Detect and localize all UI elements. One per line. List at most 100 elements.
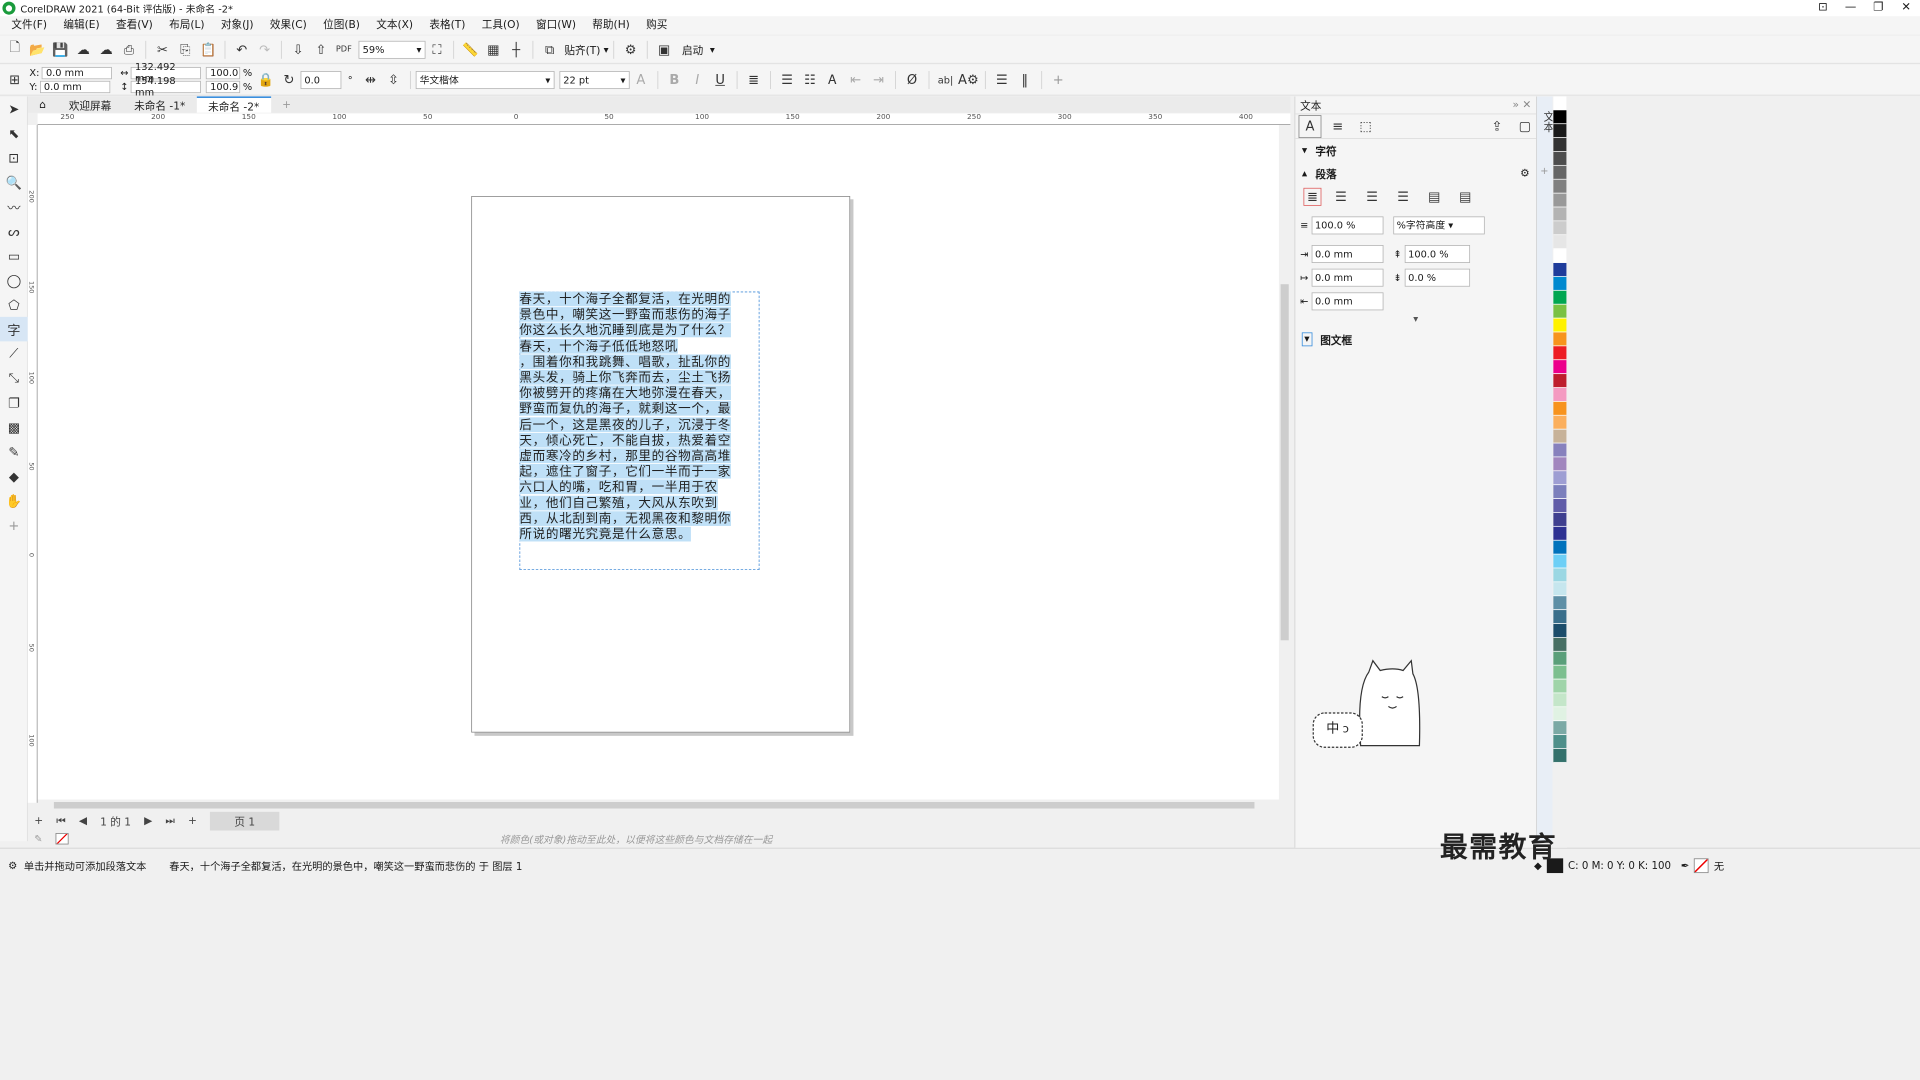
vertical-text-icon[interactable]: ‖ bbox=[1013, 68, 1036, 91]
gear-icon[interactable]: ⚙ bbox=[619, 38, 642, 61]
launch-icon[interactable]: ▣ bbox=[653, 38, 676, 61]
gear-icon[interactable]: ⚙ bbox=[8, 859, 17, 871]
docker-options-icon[interactable]: ⇪ bbox=[1486, 115, 1509, 138]
color-swatch[interactable] bbox=[1553, 304, 1567, 319]
menu-table[interactable]: 表格(T) bbox=[421, 16, 473, 34]
color-swatch[interactable] bbox=[1553, 110, 1567, 125]
paste-icon[interactable]: 📋 bbox=[197, 38, 220, 61]
justify-icon[interactable]: ▤ bbox=[1423, 185, 1446, 208]
mirror-vertical-icon[interactable]: ⇳ bbox=[382, 68, 405, 91]
page-tab[interactable]: 页 1 bbox=[209, 811, 280, 831]
color-palette[interactable] bbox=[1552, 96, 1568, 848]
expand-more-icon[interactable]: ▾ bbox=[1295, 313, 1536, 328]
color-swatch[interactable] bbox=[1553, 748, 1567, 763]
paragraph-text[interactable]: 春天，十个海子全都复活，在光明的 景色中，嘲笑这一野蛮而悲伤的海子 你这么长久地沉睡… bbox=[519, 291, 759, 543]
outline-color-swatch[interactable] bbox=[1694, 857, 1709, 873]
color-swatch[interactable] bbox=[1553, 151, 1567, 166]
color-swatch[interactable] bbox=[1553, 276, 1567, 291]
new-tab-icon[interactable]: + bbox=[271, 96, 303, 112]
add-page-after-icon[interactable]: + bbox=[188, 815, 197, 827]
character-section[interactable]: ▾ 字符 bbox=[1295, 139, 1536, 162]
add-tool-icon[interactable]: + bbox=[0, 513, 28, 538]
color-swatch[interactable] bbox=[1553, 540, 1567, 555]
menu-layout[interactable]: 布局(L) bbox=[161, 16, 213, 34]
docker-menu-icon[interactable]: ▢ bbox=[1513, 115, 1536, 138]
pdf-icon[interactable]: PDF bbox=[332, 38, 355, 61]
pick-tool-icon[interactable]: ➤ bbox=[0, 96, 28, 121]
menu-edit[interactable]: 编辑(E) bbox=[55, 16, 108, 34]
color-swatch[interactable] bbox=[1553, 235, 1567, 250]
color-swatch[interactable] bbox=[1553, 512, 1567, 527]
align-right-icon[interactable]: ☰ bbox=[1392, 185, 1415, 208]
color-swatch[interactable] bbox=[1553, 374, 1567, 388]
color-swatch[interactable] bbox=[1553, 485, 1567, 500]
spacing-unit-select[interactable]: %字符高度 ▾ bbox=[1393, 216, 1485, 234]
vertical-scrollbar[interactable] bbox=[1278, 124, 1291, 800]
x-position-field[interactable]: 0.0 mm bbox=[41, 66, 113, 79]
freehand-tool-icon[interactable]: 〰 bbox=[0, 194, 28, 219]
color-swatch[interactable] bbox=[1553, 637, 1567, 652]
height-field[interactable]: 154.198 mm bbox=[130, 75, 202, 98]
print-icon[interactable]: ⎙ bbox=[118, 38, 141, 61]
horizontal-scrollbar[interactable] bbox=[37, 799, 1279, 811]
artistic-media-icon[interactable]: ᔕ bbox=[0, 219, 28, 244]
scale-x-field[interactable]: 100.0 bbox=[206, 66, 241, 79]
paragraph-tab-icon[interactable]: ≡ bbox=[1326, 115, 1349, 138]
bold-icon[interactable]: B bbox=[663, 68, 686, 91]
undo-icon[interactable]: ↶ bbox=[230, 38, 253, 61]
maximize-button[interactable]: ❐ bbox=[1865, 0, 1893, 16]
rotation-angle-field[interactable]: 0.0 bbox=[300, 70, 342, 89]
color-swatch[interactable] bbox=[1553, 124, 1567, 139]
smart-fill-icon[interactable]: ✋ bbox=[0, 488, 28, 513]
menu-view[interactable]: 查看(V) bbox=[108, 16, 161, 34]
eyedropper-icon[interactable]: ✎ bbox=[34, 833, 42, 844]
menu-tools[interactable]: 工具(O) bbox=[474, 16, 528, 34]
polygon-tool-icon[interactable]: ⬠ bbox=[0, 292, 28, 317]
add-docker-icon[interactable]: + bbox=[1540, 165, 1552, 176]
menu-text[interactable]: 文本(X) bbox=[368, 16, 421, 34]
next-page-icon[interactable]: ▶ bbox=[144, 815, 152, 827]
color-swatch[interactable] bbox=[1553, 165, 1567, 180]
full-screen-icon[interactable]: ⛶ bbox=[426, 38, 449, 61]
tab-welcome[interactable]: 欢迎屏幕 bbox=[57, 96, 122, 112]
menu-bitmaps[interactable]: 位图(B) bbox=[315, 16, 368, 34]
drop-cap-icon[interactable]: Ꭺ bbox=[821, 68, 844, 91]
launch-label[interactable]: 启动 bbox=[682, 42, 703, 57]
new-document-icon[interactable]: 🗋 bbox=[3, 38, 26, 61]
crop-tool-icon[interactable]: ⊡ bbox=[0, 145, 28, 170]
cloud-download-icon[interactable]: ☁ bbox=[72, 38, 95, 61]
collapse-arrow-icon[interactable]: ▴ bbox=[1302, 167, 1307, 179]
scroll-thumb[interactable] bbox=[1280, 284, 1289, 641]
color-swatch[interactable] bbox=[1553, 582, 1567, 597]
chevron-down-icon[interactable]: ▾ bbox=[604, 44, 609, 55]
menu-buy[interactable]: 购买 bbox=[638, 16, 676, 34]
docker-collapse-icon[interactable]: » ✕ bbox=[1513, 99, 1532, 111]
home-icon[interactable]: ⌂ bbox=[28, 96, 58, 112]
color-swatch[interactable] bbox=[1553, 596, 1567, 611]
mirror-horizontal-icon[interactable]: ⇹ bbox=[359, 68, 382, 91]
horizontal-ruler[interactable]: 250 200 150 100 50 0 50 100 150 200 250 300 350 400 bbox=[37, 113, 1291, 125]
color-swatch[interactable] bbox=[1553, 360, 1567, 375]
color-swatch[interactable] bbox=[1553, 443, 1567, 458]
color-swatch[interactable] bbox=[1553, 735, 1567, 749]
shape-tool-icon[interactable]: ⬉ bbox=[0, 121, 28, 146]
color-swatch[interactable] bbox=[1553, 471, 1567, 486]
color-swatch[interactable] bbox=[1553, 693, 1567, 708]
align-center-icon[interactable]: ☰ bbox=[1361, 185, 1384, 208]
menu-effects[interactable]: 效果(C) bbox=[262, 16, 315, 34]
export-icon[interactable]: ⇧ bbox=[310, 38, 333, 61]
color-swatch[interactable] bbox=[1553, 387, 1567, 402]
color-swatch[interactable] bbox=[1553, 138, 1567, 152]
scroll-thumb[interactable] bbox=[53, 801, 1255, 809]
eyedropper-tool-icon[interactable]: ✎ bbox=[0, 439, 28, 464]
guidelines-icon[interactable]: ┼ bbox=[505, 38, 528, 61]
tab-untitled-2[interactable]: 未命名 -2* bbox=[196, 96, 271, 113]
glyph-icon[interactable]: Ø bbox=[901, 68, 924, 91]
indent-decrease-icon[interactable]: ⇤ bbox=[844, 68, 867, 91]
color-swatch[interactable] bbox=[1553, 179, 1567, 194]
tab-untitled-1[interactable]: 未命名 -1* bbox=[123, 96, 197, 112]
text-tool-icon[interactable]: 字 bbox=[0, 316, 28, 342]
vertical-ruler[interactable]: 20015010050050100150200 bbox=[27, 124, 38, 803]
line-spacing-field[interactable]: 100.0 % bbox=[1311, 216, 1384, 234]
interactive-fill-icon[interactable]: ◆ bbox=[0, 464, 28, 489]
